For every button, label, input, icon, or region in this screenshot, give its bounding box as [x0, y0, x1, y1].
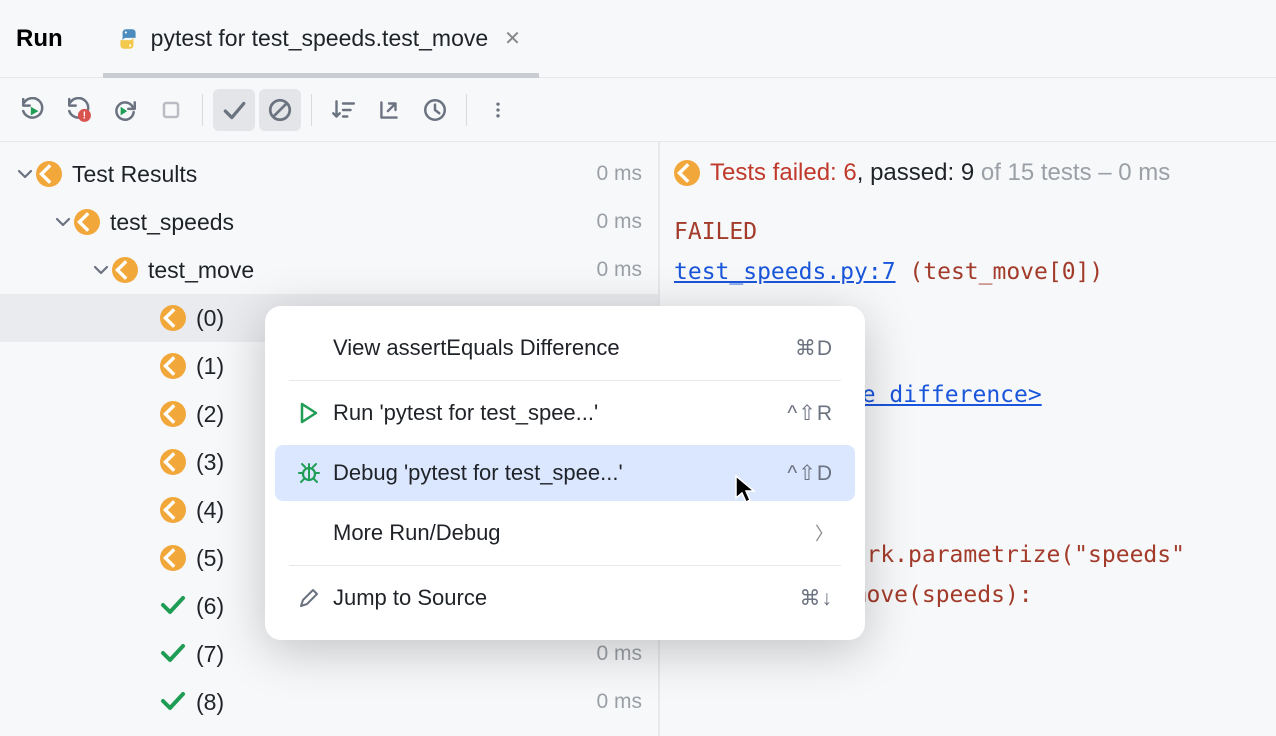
ctx-label: Run 'pytest for test_spee...' [333, 400, 787, 426]
ctx-label: Jump to Source [333, 585, 800, 611]
shortcut-label: ^⇧R [787, 401, 833, 426]
fail-icon [160, 497, 186, 523]
fail-icon [160, 305, 186, 331]
source-link[interactable]: test_speeds.py:7 [674, 259, 896, 285]
toolbar-separator [311, 94, 312, 126]
failed-label: FAILED [674, 212, 1264, 252]
fail-icon [36, 161, 62, 187]
toggle-autotest-button[interactable] [104, 89, 146, 131]
fail-icon [112, 257, 138, 283]
shortcut-label: ^⇧D [787, 461, 833, 486]
menu-separator [289, 565, 841, 566]
tree-node-label: Test Results [72, 161, 596, 188]
tree-test-row[interactable]: test_move 0 ms [0, 246, 658, 294]
shortcut-label: ⌘D [795, 336, 833, 361]
toolbar-separator [202, 94, 203, 126]
svg-text:!: ! [83, 110, 86, 121]
rerun-button[interactable] [12, 89, 54, 131]
python-icon [115, 26, 141, 52]
fail-icon [74, 209, 100, 235]
sort-button[interactable] [322, 89, 364, 131]
tree-suite-row[interactable]: test_speeds 0 ms [0, 198, 658, 246]
chevron-right-icon: 〉 [815, 520, 833, 546]
show-ignored-toggle[interactable] [259, 89, 301, 131]
tree-case-row[interactable]: (8) 0 ms [0, 678, 658, 726]
stop-button[interactable] [150, 89, 192, 131]
chevron-down-icon[interactable] [90, 261, 112, 279]
ctx-run[interactable]: Run 'pytest for test_spee...' ^⇧R [275, 385, 855, 441]
run-config-tab[interactable]: pytest for test_speeds.test_move ✕ [103, 0, 539, 77]
run-toolbar: ! [0, 78, 1276, 142]
test-summary: Tests failed: 6, passed: 9 of 15 tests –… [674, 152, 1264, 194]
header-bar: Run pytest for test_speeds.test_move ✕ [0, 0, 1276, 78]
pencil-icon [297, 586, 333, 610]
see-difference-link[interactable]: see difference> [834, 382, 1042, 408]
tree-node-label: test_speeds [110, 209, 596, 236]
ctx-label: View assertEquals Difference [333, 335, 795, 361]
menu-separator [289, 380, 841, 381]
chevron-down-icon[interactable] [52, 213, 74, 231]
ctx-view-diff[interactable]: View assertEquals Difference ⌘D [275, 320, 855, 376]
chevron-down-icon[interactable] [14, 165, 36, 183]
fail-icon [160, 401, 186, 427]
shortcut-label: ⌘↓ [800, 586, 834, 611]
time-label: 0 ms [596, 258, 642, 282]
pass-icon [160, 593, 186, 619]
time-label: 0 ms [596, 690, 642, 714]
fail-icon [160, 353, 186, 379]
ctx-debug[interactable]: Debug 'pytest for test_spee...' ^⇧D [275, 445, 855, 501]
show-passed-toggle[interactable] [213, 89, 255, 131]
fail-icon [674, 160, 700, 186]
debug-icon [297, 461, 333, 485]
time-label: 0 ms [596, 162, 642, 186]
ctx-label: Debug 'pytest for test_spee...' [333, 460, 787, 486]
ctx-label: More Run/Debug [333, 520, 815, 546]
summary-passed: , passed: 9 [857, 159, 974, 186]
history-button[interactable] [414, 89, 456, 131]
pass-icon [160, 641, 186, 667]
rerun-failed-button[interactable]: ! [58, 89, 100, 131]
summary-rest: of 15 tests – 0 ms [974, 159, 1170, 186]
context-menu: View assertEquals Difference ⌘D Run 'pyt… [265, 306, 865, 640]
tree-node-label: (7) [196, 641, 596, 668]
time-label: 0 ms [596, 210, 642, 234]
ctx-jump-to-source[interactable]: Jump to Source ⌘↓ [275, 570, 855, 626]
ctx-more-run-debug[interactable]: More Run/Debug 〉 [275, 505, 855, 561]
expand-collapse-button[interactable] [368, 89, 410, 131]
time-label: 0 ms [596, 642, 642, 666]
summary-failed: Tests failed: 6 [710, 159, 857, 186]
fail-icon [160, 545, 186, 571]
run-icon [297, 401, 333, 425]
toolbar-separator [466, 94, 467, 126]
tab-title: pytest for test_speeds.test_move [151, 25, 489, 52]
close-icon[interactable]: ✕ [498, 24, 527, 53]
tree-root-row[interactable]: Test Results 0 ms [0, 150, 658, 198]
tool-window-title: Run [16, 25, 63, 53]
pass-icon [160, 689, 186, 715]
fail-icon [160, 449, 186, 475]
tree-node-label: (8) [196, 689, 596, 716]
more-actions-button[interactable] [477, 89, 519, 131]
tree-node-label: test_move [148, 257, 596, 284]
test-name-suffix: (test_move[0]) [896, 259, 1104, 285]
